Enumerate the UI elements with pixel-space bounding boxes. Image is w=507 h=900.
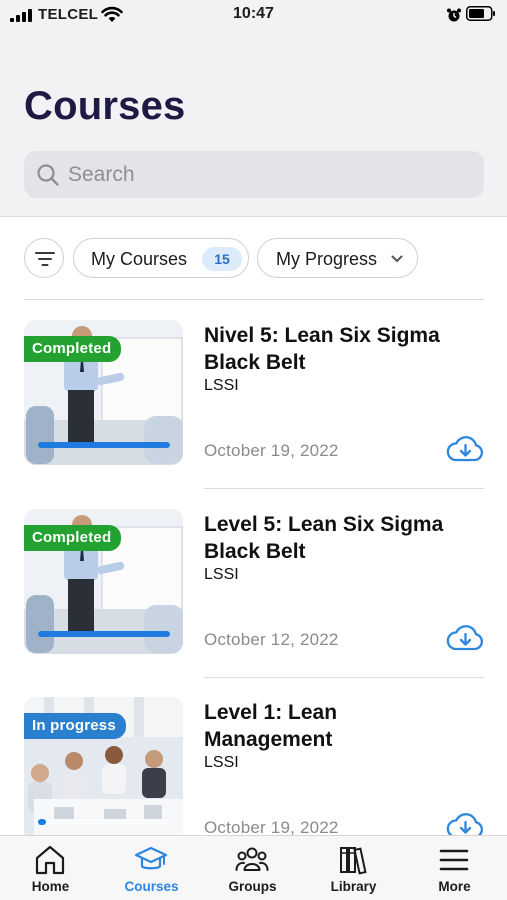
cloud-download-icon[interactable] (446, 623, 484, 653)
course-progress-fill (38, 631, 170, 637)
filter-button[interactable] (24, 238, 64, 278)
status-badge: Completed (24, 336, 122, 362)
tab-label: Groups (228, 879, 277, 894)
filter-icon (35, 252, 55, 266)
list-divider (24, 299, 484, 300)
cloud-download-icon[interactable] (446, 434, 484, 464)
chevron-down-icon (391, 255, 403, 263)
groups-icon (235, 847, 269, 871)
course-title[interactable]: Nivel 5: Lean Six Sigma Black Belt (204, 322, 454, 376)
tab-label: More (438, 879, 471, 894)
alarm-icon (447, 8, 461, 22)
tab-label: Library (330, 879, 377, 894)
course-progress-bar (38, 442, 170, 448)
course-title[interactable]: Level 5: Lean Six Sigma Black Belt (204, 511, 454, 565)
my-courses-count-badge: 15 (202, 247, 242, 271)
page-title: Courses (24, 84, 186, 128)
course-title[interactable]: Level 1: Lean Management (204, 699, 454, 753)
course-thumbnail[interactable]: Completed (24, 509, 183, 654)
course-date: October 12, 2022 (204, 630, 339, 649)
battery-icon (466, 6, 495, 21)
course-progress-bar (38, 819, 170, 825)
search-bar[interactable] (24, 151, 484, 198)
search-icon (37, 164, 59, 186)
course-progress-bar (38, 631, 170, 637)
filter-row: My Courses 15 My Progress (0, 236, 507, 280)
status-badge: Completed (24, 525, 122, 551)
status-badge: In progress (24, 713, 126, 739)
my-progress-dropdown[interactable]: My Progress (257, 238, 418, 278)
tab-more[interactable]: More (404, 836, 505, 900)
tab-bar: Home Courses Groups Library More (0, 835, 507, 900)
my-courses-label: My Courses (91, 249, 188, 269)
tab-label: Home (31, 879, 70, 894)
course-provider: LSSI (204, 377, 239, 394)
course-progress-fill (38, 442, 170, 448)
menu-icon (439, 849, 469, 871)
tab-home[interactable]: Home (0, 836, 101, 900)
graduation-cap-icon (134, 846, 168, 870)
home-icon (35, 845, 65, 875)
course-card[interactable]: Completed Level 5: Lean Six Sigma Black … (0, 509, 507, 659)
library-icon (340, 847, 367, 875)
course-card[interactable]: In progress Level 1: Lean Management LSS… (0, 697, 507, 847)
status-time: 10:47 (233, 5, 274, 22)
course-progress-fill (38, 819, 46, 825)
status-bar: TELCEL 10:47 (0, 0, 507, 30)
tab-groups[interactable]: Groups (202, 836, 303, 900)
tab-courses[interactable]: Courses (101, 836, 202, 900)
course-date: October 19, 2022 (204, 441, 339, 460)
row-divider (204, 677, 484, 678)
tab-label: Courses (124, 879, 179, 894)
course-provider: LSSI (204, 754, 239, 771)
my-progress-label: My Progress (276, 249, 378, 269)
header: TELCEL 10:47 Courses (0, 0, 507, 217)
tab-library[interactable]: Library (303, 836, 404, 900)
search-input[interactable] (68, 151, 468, 198)
course-card[interactable]: Completed Nivel 5: Lean Six Sigma Black … (0, 320, 507, 470)
course-thumbnail[interactable]: Completed (24, 320, 183, 465)
course-thumbnail[interactable]: In progress (24, 697, 183, 842)
my-courses-chip[interactable]: My Courses 15 (73, 238, 249, 278)
course-provider: LSSI (204, 566, 239, 583)
row-divider (204, 488, 484, 489)
